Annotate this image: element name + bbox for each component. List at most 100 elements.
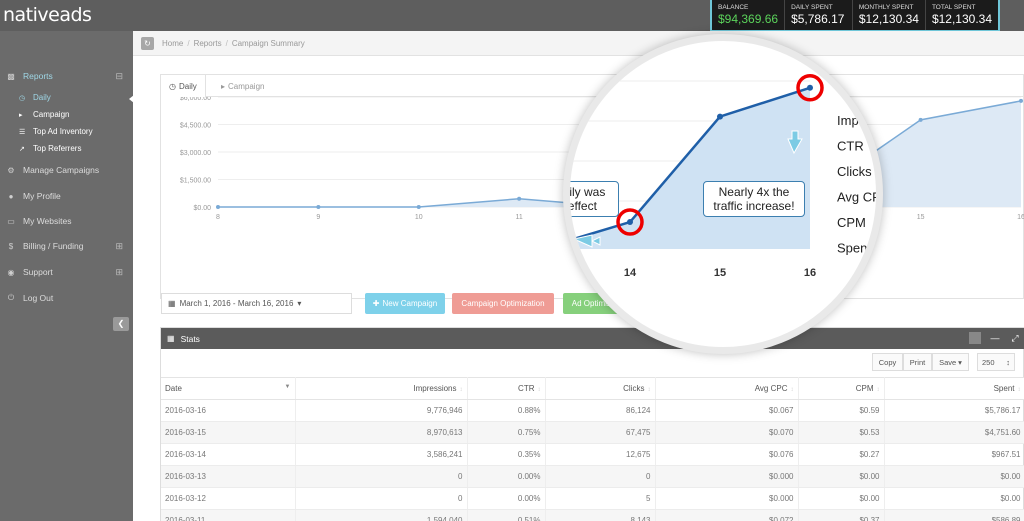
table-cell: 2016-03-16 [161,399,296,422]
caret-down-icon: ▾ [958,357,962,367]
table-cell: 2016-03-12 [161,487,296,510]
table-cell: 0.75% [467,421,546,444]
nav-my-profile-label: My Profile [23,191,61,201]
sub-nav-top-ad-inventory-label: Top Ad Inventory [33,127,93,136]
table-row: 2016-03-14 3,586,241 0.35% 12,675 $0.076 $0.2… [161,443,1024,466]
save-button[interactable]: Save ▾ [932,353,969,371]
sub-nav-top-ad-inventory[interactable]: ☰ Top Ad Inventory [19,124,93,139]
column-header-ctr[interactable]: CTR ↕ [467,377,546,400]
column-header-avg-cpc[interactable]: Avg CPC ↕ [655,377,799,400]
monthly-spent-label: MONTHLY SPENT [858,4,914,11]
column-clicks-label: Clicks [623,384,645,393]
table-cell: $967.51 [884,443,1024,466]
table-row: 2016-03-13 0 0.00% 0 $0.000 $0.00 $0.00 [161,465,1024,488]
nav-billing-funding[interactable]: $ Billing / Funding ⊞ [0,237,133,255]
y-tick-label: $1,500.00 [180,178,211,185]
sort-icon: ↕ [1017,387,1021,393]
callout-traffic: Nearly 4x the traffic increase! [703,181,805,217]
stats-panel: ▦ Stats — ⤢ Copy Print Save ▾ 250 ↕ Date ▼ … [160,327,1024,521]
column-impressions-label: Impressions [413,384,457,393]
data-point [216,205,220,209]
collapse-sidebar-button[interactable]: ❮ [113,317,129,331]
breadcrumb-reports[interactable]: Reports [194,39,222,48]
table-cell: 0.00% [467,465,546,488]
page-size-value: 250 [982,357,995,367]
column-header-clicks[interactable]: Clicks ↕ [545,377,656,400]
print-button[interactable]: Print [903,353,932,371]
table-cell: 2016-03-13 [161,465,296,488]
table-cell: 0.88% [467,399,546,422]
expand-square-icon[interactable]: ⊞ [115,267,123,278]
nav-support[interactable]: ◉ Support ⊞ [0,263,133,281]
table-cell: 0 [295,465,468,488]
zoom-data-point [627,219,633,226]
campaign-optimization-button[interactable]: Campaign Optimization [452,293,554,314]
nav-manage-campaigns[interactable]: ⚙ Manage Campaigns [0,161,133,179]
table-cell: 0 [545,465,656,488]
tab-campaign[interactable]: ▸ Campaign [213,75,272,97]
data-point [918,117,923,122]
expand-square-icon[interactable]: ⊞ [115,241,123,252]
breadcrumb-home[interactable]: Home [162,39,183,48]
table-cell: 86,124 [545,399,656,422]
table-cell: 2016-03-11 [161,509,296,521]
color-square-icon[interactable] [969,332,981,344]
account-summary: BALANCE $94,369.66 DAILY SPENT $5,786.17… [710,0,1000,32]
nav-reports[interactable]: ▩ Reports ⊟ [0,67,133,85]
tab-daily-label: Daily [178,81,197,91]
zoom-series-area [570,87,810,249]
date-range-value: March 1, 2016 - March 16, 2016 [179,299,294,308]
plus-icon: ✚ [372,299,380,308]
y-tick-label: $3,000.00 [180,150,211,157]
tab-daily[interactable]: ◷ Daily [161,75,206,98]
date-range-picker[interactable]: ▦ March 1, 2016 - March 16, 2016 ▾ [161,293,352,314]
balance-label: BALANCE [718,4,749,11]
nav-log-out[interactable]: ⏻ Log Out [0,289,133,307]
list-icon: ☰ [19,128,26,136]
table-cell: 2016-03-15 [161,421,296,444]
column-header-date[interactable]: Date ▼ [161,377,296,400]
x-tick-label: 11 [515,214,522,221]
nav-my-profile[interactable]: ● My Profile [0,187,133,205]
table-toolbar: Copy Print Save ▾ 250 ↕ [161,349,1024,377]
column-header-spent[interactable]: Spent ↕ [884,377,1024,400]
collapse-square-icon[interactable]: ⊟ [115,71,123,82]
data-point [1019,98,1023,103]
page-size-select[interactable]: 250 ↕ [977,353,1015,371]
stats-table: Date ▼ Impressions ↕ CTR ↕ Clicks ↕ Avg CPC ↕… [161,377,1024,521]
copy-button[interactable]: Copy [872,353,903,371]
dollar-icon: $ [8,241,14,251]
nav-my-websites[interactable]: ▭ My Websites [0,212,133,230]
sub-nav-top-referrers[interactable]: ↗ Top Referrers [19,141,81,156]
column-header-cpm[interactable]: CPM ↕ [798,377,885,400]
app-logo[interactable]: nativeads [3,4,92,26]
table-cell: 67,475 [545,421,656,444]
sub-nav-daily-label: Daily [33,93,51,102]
total-spent-value: $12,130.34 [931,12,992,26]
table-cell: $0.076 [655,443,799,466]
sub-nav-daily[interactable]: ◷ Daily [19,90,51,105]
campaign-optimization-label: Campaign Optimization [461,299,545,308]
zoom-magnifier: 141516Impressions24,114,827CTR0.72%Click… [563,34,883,354]
daily-spent-value: $5,786.17 [791,12,845,26]
table-cell: 1,594,040 [295,509,468,521]
chevron-left-icon: ❮ [117,319,125,328]
new-campaign-button[interactable]: ✚ New Campaign [365,293,445,314]
monitor-icon: ▭ [7,216,15,226]
total-spent-box: TOTAL SPENT $12,130.34 [926,0,998,30]
table-cell: $0.067 [655,399,799,422]
table-cell: $0.53 [798,421,885,444]
sub-nav-campaign[interactable]: ▸ Campaign [19,107,69,122]
x-tick-label: 15 [917,214,925,221]
table-cell: $586.89 [884,509,1024,521]
fullscreen-icon[interactable]: ⤢ [1009,332,1021,344]
stats-title: Stats [180,333,200,344]
x-tick-label: 9 [316,214,320,221]
refresh-button[interactable]: ↻ [141,36,154,50]
table-cell: $0.00 [884,465,1024,488]
minimize-icon[interactable]: — [989,332,1001,344]
column-header-impressions[interactable]: Impressions ↕ [295,377,468,400]
table-icon: ▦ [167,334,175,343]
refresh-icon: ↻ [144,38,151,48]
callout-traffic-text: Nearly 4x the traffic increase! [713,185,795,213]
